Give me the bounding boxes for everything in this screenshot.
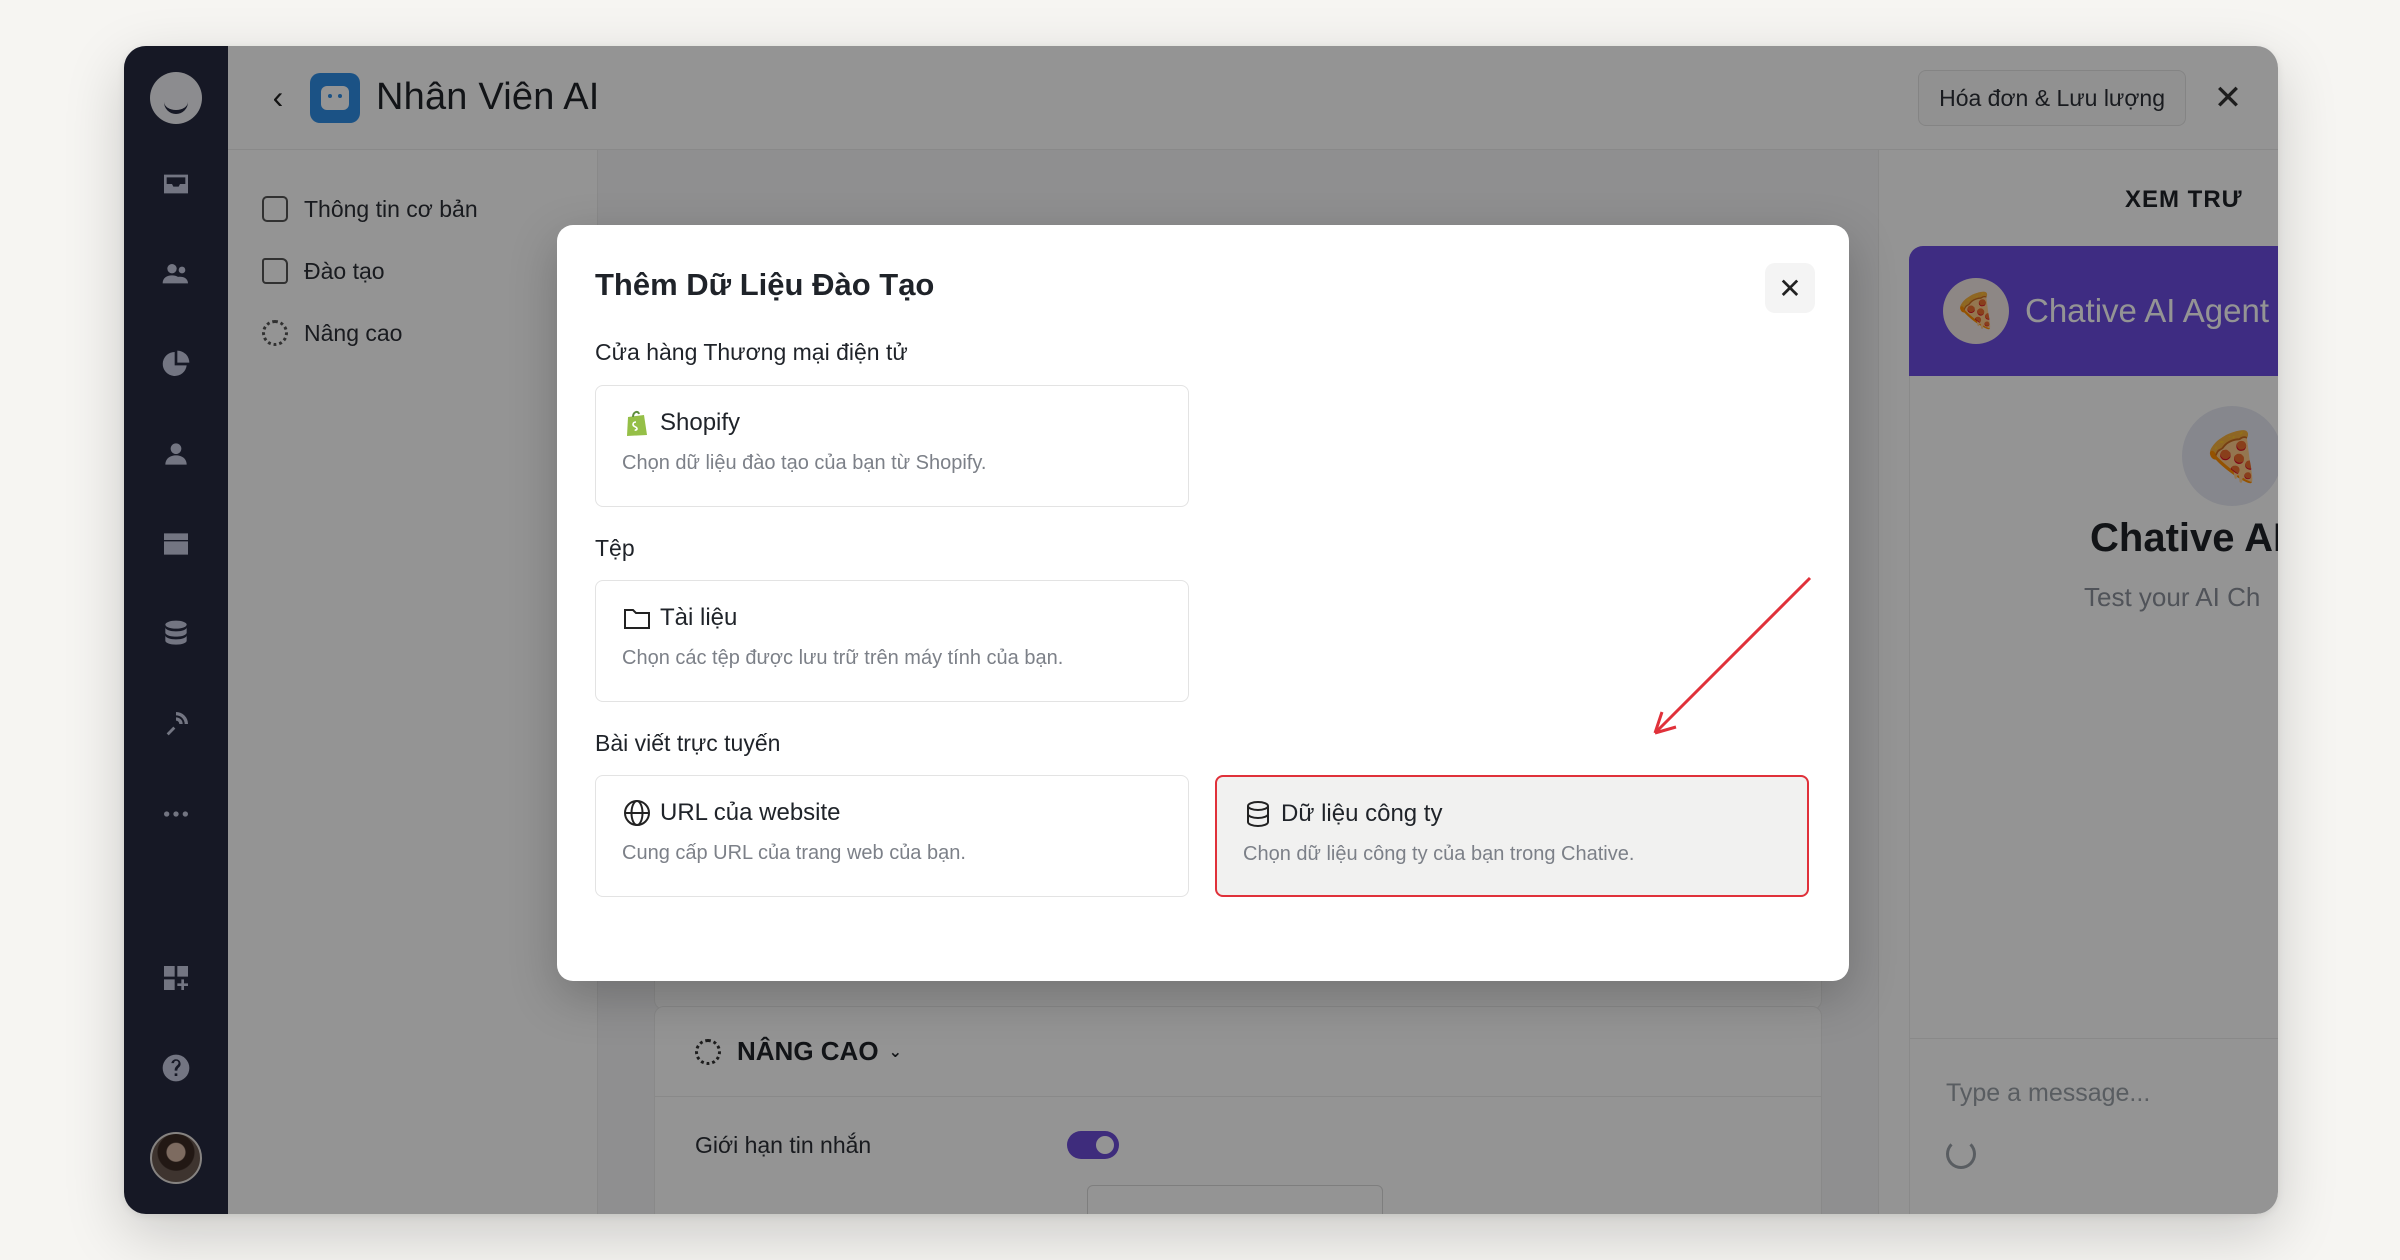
annotation-arrow [1653,576,1812,735]
